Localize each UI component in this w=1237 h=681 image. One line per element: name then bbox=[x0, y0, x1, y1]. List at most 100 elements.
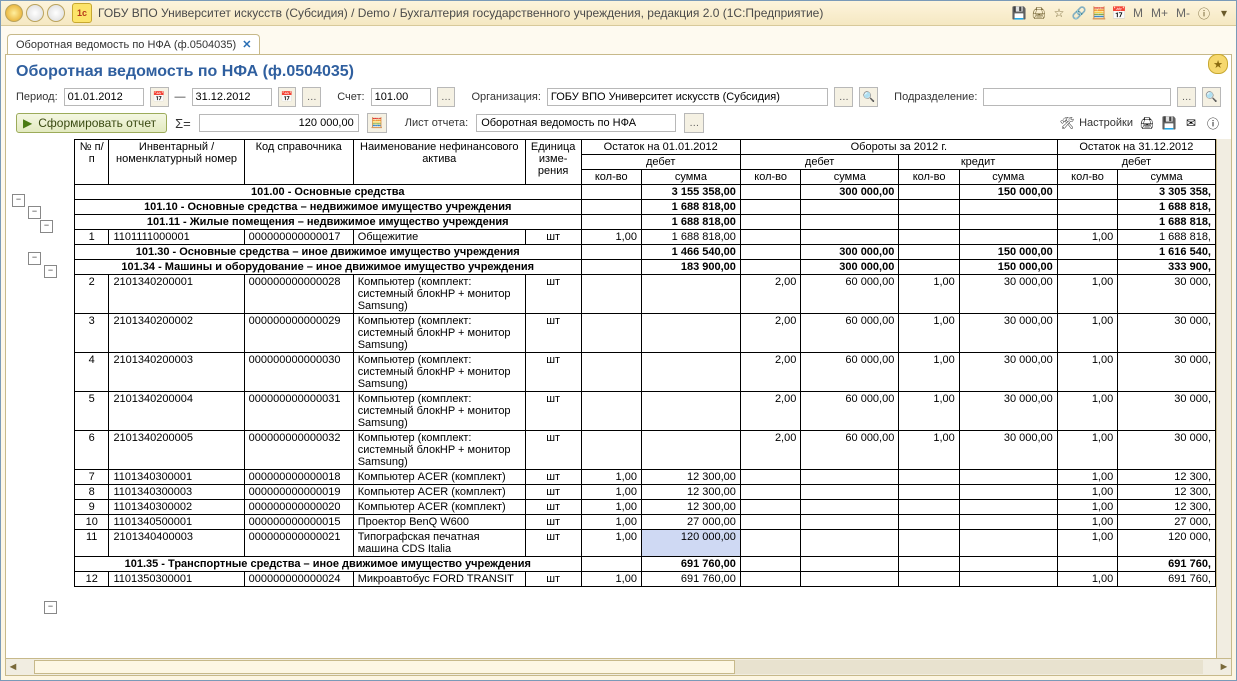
cell[interactable]: 11 bbox=[75, 530, 109, 557]
cell[interactable]: 2,00 bbox=[740, 353, 800, 392]
cell[interactable]: 1101111000001 bbox=[109, 230, 244, 245]
cell[interactable] bbox=[581, 200, 641, 215]
dept-search-icon[interactable]: 🔍 bbox=[1202, 87, 1221, 107]
account-select-icon[interactable]: … bbox=[437, 87, 456, 107]
cell[interactable] bbox=[1057, 557, 1117, 572]
cell[interactable] bbox=[801, 485, 899, 500]
cell[interactable] bbox=[641, 392, 740, 431]
tree-toggle-icon[interactable]: − bbox=[44, 601, 57, 614]
cell[interactable] bbox=[740, 215, 800, 230]
cell[interactable]: 120 000, bbox=[1118, 530, 1216, 557]
cell[interactable]: 1 466 540,00 bbox=[641, 245, 740, 260]
cell[interactable] bbox=[1057, 185, 1117, 200]
tree-toggle-icon[interactable]: − bbox=[28, 206, 41, 219]
cell[interactable]: 1,00 bbox=[581, 500, 641, 515]
cell[interactable]: 12 300, bbox=[1118, 500, 1216, 515]
cell[interactable]: 000000000000019 bbox=[244, 485, 353, 500]
cell[interactable] bbox=[801, 500, 899, 515]
scroll-thumb[interactable] bbox=[34, 660, 735, 674]
cell[interactable] bbox=[959, 230, 1057, 245]
cell[interactable]: шт bbox=[525, 515, 581, 530]
cell[interactable]: 12 300,00 bbox=[641, 485, 740, 500]
cell[interactable] bbox=[899, 500, 959, 515]
cell[interactable]: шт bbox=[525, 500, 581, 515]
cell[interactable]: 1 688 818, bbox=[1118, 230, 1216, 245]
cell[interactable]: 2101340200005 bbox=[109, 431, 244, 470]
cell[interactable]: 3 bbox=[75, 314, 109, 353]
cell[interactable] bbox=[581, 185, 641, 200]
report-grid[interactable]: −−−−−− № п/п Инвентарный / номенклатурны… bbox=[6, 139, 1216, 658]
cell[interactable]: 1,00 bbox=[899, 314, 959, 353]
cell[interactable]: 1101340300003 bbox=[109, 485, 244, 500]
cell[interactable] bbox=[740, 572, 800, 587]
cell[interactable]: 000000000000015 bbox=[244, 515, 353, 530]
cell[interactable]: 300 000,00 bbox=[801, 245, 899, 260]
cell[interactable]: 101.10 - Основные средства – недвижимое … bbox=[75, 200, 582, 215]
cell[interactable] bbox=[959, 485, 1057, 500]
cell[interactable] bbox=[740, 200, 800, 215]
date-to-picker-icon[interactable]: 📅 bbox=[278, 87, 297, 107]
cell[interactable]: 2,00 bbox=[740, 392, 800, 431]
cell[interactable]: 1 616 540, bbox=[1118, 245, 1216, 260]
table-row[interactable]: 71101340300001000000000000018Компьютер A… bbox=[75, 470, 1216, 485]
cell[interactable] bbox=[740, 230, 800, 245]
cell[interactable]: 2101340400003 bbox=[109, 530, 244, 557]
cell[interactable]: 1,00 bbox=[1057, 392, 1117, 431]
date-from-picker-icon[interactable]: 📅 bbox=[150, 87, 169, 107]
cell[interactable]: 1,00 bbox=[1057, 275, 1117, 314]
cell[interactable]: 1,00 bbox=[899, 392, 959, 431]
cell[interactable] bbox=[959, 500, 1057, 515]
cell[interactable]: 1,00 bbox=[1057, 572, 1117, 587]
titlebar[interactable]: 1c ГОБУ ВПО Университет искусств (Субсид… bbox=[1, 1, 1236, 26]
tool-info-icon[interactable]: ⓘ bbox=[1205, 115, 1221, 131]
cell[interactable]: 1 688 818, bbox=[1118, 200, 1216, 215]
cell[interactable]: 1101340500001 bbox=[109, 515, 244, 530]
table-row[interactable]: 52101340200004000000000000031Компьютер (… bbox=[75, 392, 1216, 431]
horizontal-scrollbar[interactable]: ◄ ► bbox=[6, 658, 1231, 675]
cell[interactable] bbox=[581, 392, 641, 431]
cell[interactable] bbox=[899, 215, 959, 230]
cell[interactable] bbox=[899, 470, 959, 485]
cell[interactable]: Общежитие bbox=[353, 230, 525, 245]
cell[interactable]: 1101340300002 bbox=[109, 500, 244, 515]
cell[interactable]: 60 000,00 bbox=[801, 353, 899, 392]
cell[interactable]: 1,00 bbox=[899, 431, 959, 470]
cell[interactable]: 000000000000018 bbox=[244, 470, 353, 485]
cell[interactable]: 1,00 bbox=[581, 515, 641, 530]
cell[interactable] bbox=[959, 215, 1057, 230]
tree-toggle-icon[interactable]: − bbox=[40, 220, 53, 233]
cell[interactable]: 1,00 bbox=[1057, 353, 1117, 392]
cell[interactable] bbox=[641, 353, 740, 392]
cell[interactable]: 101.00 - Основные средства bbox=[75, 185, 582, 200]
cell[interactable]: 2,00 bbox=[740, 431, 800, 470]
cell[interactable]: 30 000,00 bbox=[959, 392, 1057, 431]
cell[interactable]: 12 300,00 bbox=[641, 470, 740, 485]
cell[interactable]: 150 000,00 bbox=[959, 260, 1057, 275]
table-row[interactable]: 62101340200005000000000000032Компьютер (… bbox=[75, 431, 1216, 470]
cell[interactable]: 60 000,00 bbox=[801, 314, 899, 353]
cell[interactable]: 30 000, bbox=[1118, 392, 1216, 431]
cell[interactable]: Компьютер ACER (комплект) bbox=[353, 485, 525, 500]
cell[interactable]: 10 bbox=[75, 515, 109, 530]
sheet-select-icon[interactable]: … bbox=[684, 113, 704, 133]
sum-calc-icon[interactable]: 🧮 bbox=[367, 113, 387, 133]
cell[interactable]: 2 bbox=[75, 275, 109, 314]
cell[interactable]: 12 bbox=[75, 572, 109, 587]
save-icon[interactable]: 💾 bbox=[1011, 5, 1027, 21]
table-row[interactable]: 22101340200001000000000000028Компьютер (… bbox=[75, 275, 1216, 314]
cell[interactable]: 1,00 bbox=[1057, 314, 1117, 353]
cell[interactable]: 000000000000020 bbox=[244, 500, 353, 515]
cell[interactable]: 1 688 818, bbox=[1118, 215, 1216, 230]
cell[interactable]: 000000000000017 bbox=[244, 230, 353, 245]
table-row[interactable]: 101101340500001000000000000015Проектор B… bbox=[75, 515, 1216, 530]
tree-toggle-icon[interactable]: − bbox=[28, 252, 41, 265]
cell[interactable] bbox=[1057, 200, 1117, 215]
cell[interactable] bbox=[740, 557, 800, 572]
cell[interactable]: 2,00 bbox=[740, 275, 800, 314]
cell[interactable]: 000000000000029 bbox=[244, 314, 353, 353]
table-row[interactable]: 81101340300003000000000000019Компьютер A… bbox=[75, 485, 1216, 500]
memory-mminus[interactable]: M- bbox=[1174, 6, 1192, 20]
cell[interactable]: 30 000, bbox=[1118, 314, 1216, 353]
date-from-input[interactable] bbox=[64, 88, 144, 106]
cell[interactable]: 000000000000031 bbox=[244, 392, 353, 431]
